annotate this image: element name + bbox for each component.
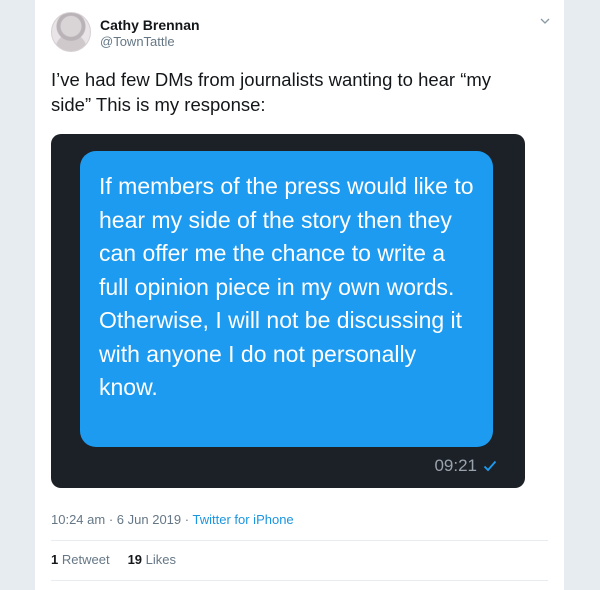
meta-separator: ·	[184, 512, 190, 527]
divider	[51, 540, 548, 541]
likes-stat[interactable]: 19 Likes	[128, 552, 176, 567]
tweet-card: Cathy Brennan @TownTattle I’ve had few D…	[35, 0, 564, 590]
message-time: 09:21	[434, 456, 477, 475]
divider	[51, 580, 548, 581]
retweets-stat[interactable]: 1 Retweet	[51, 552, 110, 567]
tweet-meta: 10:24 am · 6 Jun 2019 · Twitter for iPho…	[51, 512, 294, 527]
checkmark-icon	[483, 460, 497, 472]
tweet-time[interactable]: 10:24 am	[51, 512, 105, 527]
retweets-label: Retweet	[61, 552, 110, 567]
tweet-source[interactable]: Twitter for iPhone	[193, 512, 294, 527]
user-name[interactable]: Cathy Brennan	[100, 17, 200, 33]
tweet-text: I’ve had few DMs from journalists wantin…	[51, 69, 492, 115]
meta-separator: ·	[108, 512, 114, 527]
message-text: If members of the press would like to he…	[99, 173, 474, 400]
message-bubble: If members of the press would like to he…	[80, 151, 493, 447]
tweet-image[interactable]: If members of the press would like to he…	[51, 134, 525, 488]
retweets-count: 1	[51, 552, 59, 567]
likes-count: 19	[127, 552, 143, 567]
tweet-stats: 1 Retweet 19 Likes	[51, 552, 176, 567]
likes-label: Likes	[145, 552, 177, 567]
message-timestamp: 09:21	[434, 456, 497, 476]
chevron-down-icon[interactable]	[540, 16, 550, 26]
tweet-date[interactable]: 6 Jun 2019	[117, 512, 181, 527]
avatar[interactable]	[51, 12, 91, 52]
user-handle[interactable]: @TownTattle	[100, 34, 175, 49]
